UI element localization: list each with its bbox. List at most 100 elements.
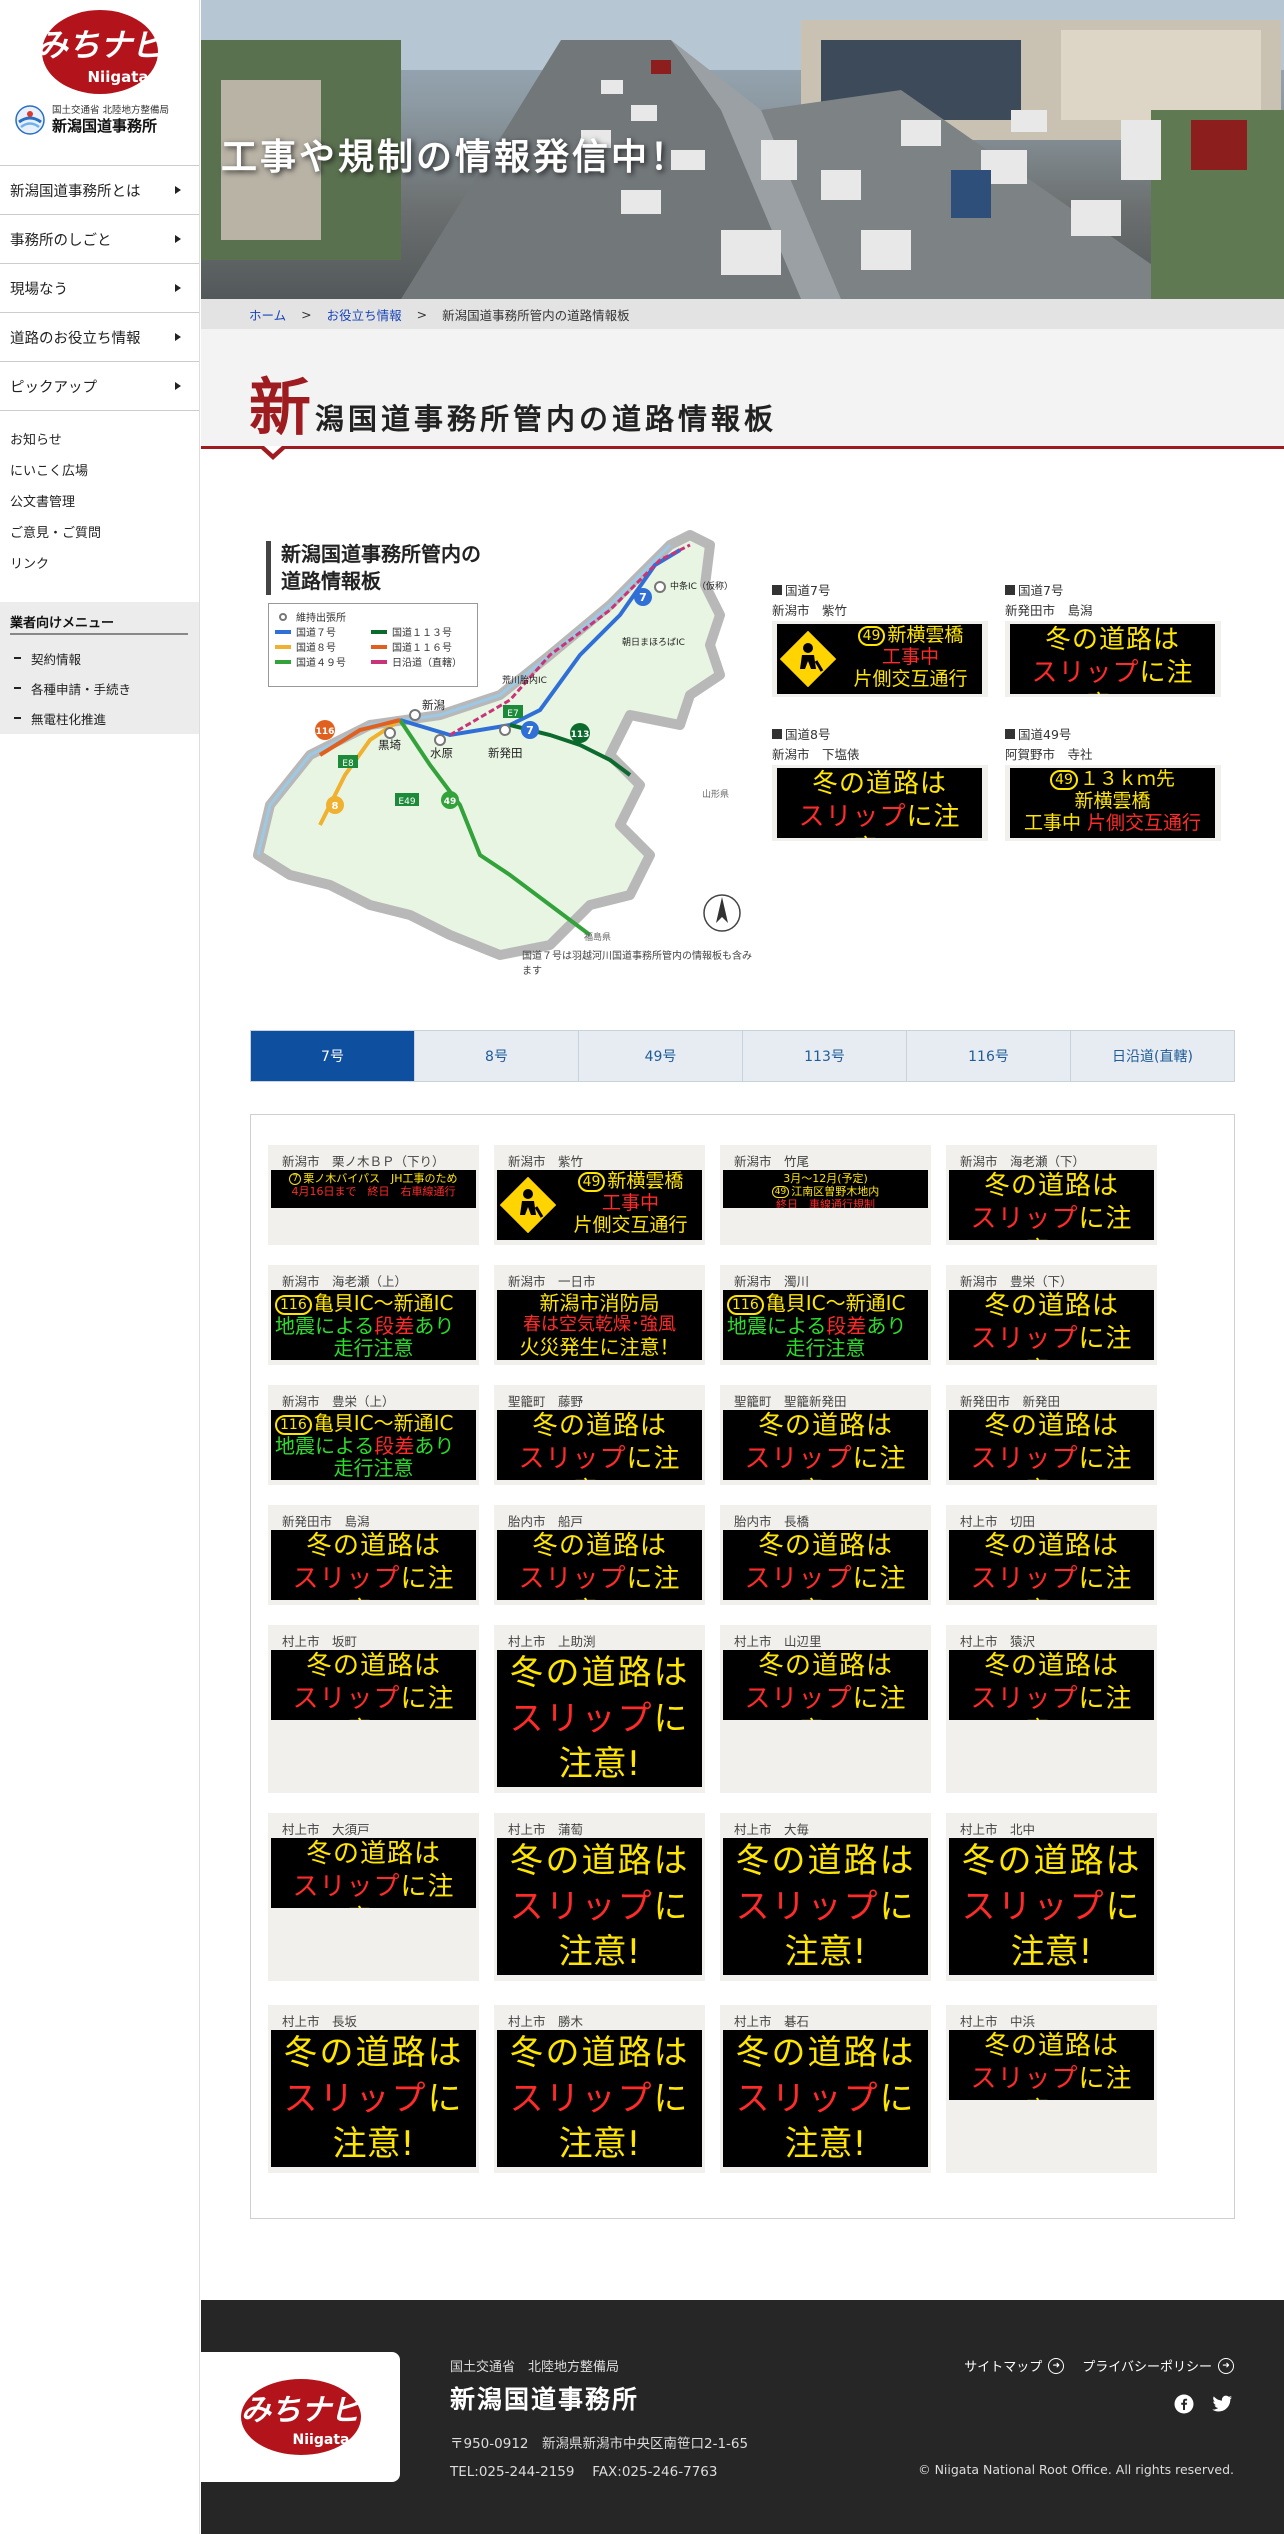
board-display: 冬の道路は スリップに 注意!	[497, 1650, 702, 1787]
board-card[interactable]: 新潟市 海老瀬（上） 116 亀貝IC～新通IC 地震による段差あり 走行注意	[268, 1265, 479, 1365]
board-line-text: 新横雲橋	[607, 1170, 684, 1192]
board-card[interactable]: 新潟市 一日市 新潟市消防局 春は空気乾燥･強風 火災発生に注意！	[494, 1265, 705, 1365]
board-line: 49 １３ｋｍ先	[1010, 768, 1215, 790]
footer-sitemap-link[interactable]: サイトマップ ➜	[964, 2356, 1065, 2375]
tab-route-116[interactable]: 116号	[907, 1031, 1071, 1081]
board-line-red: スリップ	[735, 1887, 880, 1927]
board-display: 冬の道路は スリップに注意！	[723, 1530, 928, 1600]
board-card[interactable]: 村上市 山辺里 冬の道路は スリップに注意！	[720, 1625, 931, 1793]
board-card[interactable]: 村上市 大須戸 冬の道路は スリップに注意！	[268, 1813, 479, 1981]
board-card[interactable]: 聖籠町 聖籠新発田 冬の道路は スリップに注意！	[720, 1385, 931, 1485]
tab-route-7[interactable]: 7号	[251, 1031, 415, 1081]
board-card[interactable]: 新潟市 紫竹 49 新横雲橋 工事中 片側交互通行	[494, 1145, 705, 1245]
business-applications[interactable]: 各種申請・手続き	[10, 673, 199, 703]
sub-nav-plaza[interactable]: にいこく広場	[10, 460, 199, 491]
sub-nav-records[interactable]: 公文書管理	[10, 491, 199, 522]
board-display: 冬の道路は スリップに 注意!	[723, 1838, 928, 1975]
construction-worker-icon	[500, 1177, 556, 1233]
board-card[interactable]: 村上市 勝木 冬の道路は スリップに 注意!	[494, 2005, 705, 2173]
nav-item-work[interactable]: 事務所のしごと	[0, 215, 199, 264]
board-card[interactable]: 村上市 北中 冬の道路は スリップに 注意!	[946, 1813, 1157, 1981]
board-line: スリップに	[497, 2076, 702, 2122]
nav-item-road-info[interactable]: 道路のお役立ち情報	[0, 313, 199, 362]
featured-board[interactable]: 国道49号 阿賀野市 寺社 49 １３ｋｍ先 新横雲橋 工事中 片側交互通行	[1005, 725, 1221, 841]
construction-worker-icon	[780, 631, 836, 687]
board-card[interactable]: 村上市 切田 冬の道路は スリップに注意！	[946, 1505, 1157, 1605]
business-no-poles[interactable]: 無電柱化推進	[10, 703, 199, 733]
board-card[interactable]: 新潟市 豊栄（上） 116 亀貝IC～新通IC 地震による段差あり 走行注意	[268, 1385, 479, 1485]
breadcrumb-sep: >	[301, 306, 312, 322]
board-line: 冬の道路は	[983, 2031, 1119, 2061]
footer-link-label: プライバシーポリシー	[1082, 2360, 1212, 2375]
map-place-kurosaki: 黒埼	[378, 738, 401, 752]
nav-item-about[interactable]: 新潟国道事務所とは	[0, 166, 199, 215]
board-line-red: スリップ	[509, 1887, 654, 1927]
board-card[interactable]: 新発田市 新発田 冬の道路は スリップに注意！	[946, 1385, 1157, 1485]
board-card[interactable]: 村上市 長坂 冬の道路は スリップに 注意!	[268, 2005, 479, 2173]
board-card[interactable]: 村上市 猿沢 冬の道路は スリップに注意！	[946, 1625, 1157, 1793]
board-line-yel: に	[427, 2079, 464, 2119]
board-line-text: 亀貝IC～新通IC	[313, 1411, 454, 1435]
board-line: 走行注意	[333, 1455, 414, 1480]
board-line: スリップに	[723, 2076, 928, 2122]
board-line: 冬の道路は	[757, 1651, 893, 1681]
board-card[interactable]: 村上市 碁石 冬の道路は スリップに 注意!	[720, 2005, 931, 2173]
board-card[interactable]: 村上市 大毎 冬の道路は スリップに 注意!	[720, 1813, 931, 1981]
board-card[interactable]: 胎内市 長橋 冬の道路は スリップに注意！	[720, 1505, 931, 1605]
board-card[interactable]: 胎内市 船戸 冬の道路は スリップに注意！	[494, 1505, 705, 1605]
board-line-grn: 地震による	[275, 1313, 375, 1338]
board-location: 村上市 北中	[960, 1822, 1036, 1837]
sub-nav-links[interactable]: リンク	[10, 553, 199, 584]
board-card[interactable]: 新潟市 栗ノ木ＢＰ（下り） 7 栗ノ木バイパス JH工事のため 4月16日まで 終…	[268, 1145, 479, 1245]
title-notch-icon	[261, 446, 285, 460]
michinavi-logo[interactable]: みちナビ Niigata	[26, 6, 174, 98]
board-line: 冬の道路は	[305, 1839, 441, 1869]
sign-area	[497, 1170, 559, 1240]
featured-board-frame: 冬の道路は スリップに注意！	[772, 765, 988, 841]
nav-label: 事務所のしごと	[10, 232, 112, 249]
tab-route-49[interactable]: 49号	[579, 1031, 743, 1081]
facebook-icon[interactable]	[1172, 2392, 1196, 2416]
svg-text:116: 116	[316, 727, 335, 737]
board-card[interactable]: 新潟市 竹尾 3月～12月(予定) 49 江南区曽野木地内 終日 車線通行規制	[720, 1145, 931, 1245]
footer-privacy-link[interactable]: プライバシーポリシー ➜	[1082, 2356, 1234, 2375]
board-card[interactable]: 聖籠町 藤野 冬の道路は スリップに注意！	[494, 1385, 705, 1485]
nav-item-site-now[interactable]: 現場なう	[0, 264, 199, 313]
breadcrumb-parent[interactable]: お役立ち情報	[327, 305, 402, 324]
board-line-text: 栗ノ木バイパス JH工事のため	[303, 1172, 458, 1185]
board-line: 冬の道路は	[283, 2033, 464, 2073]
board-card[interactable]: 新潟市 濁川 116 亀貝IC～新通IC 地震による段差あり 走行注意	[720, 1265, 931, 1365]
board-card[interactable]: 村上市 蒲萄 冬の道路は スリップに 注意!	[494, 1813, 705, 1981]
board-text: 49 新横雲橋 工事中 片側交互通行	[839, 624, 982, 694]
board-card[interactable]: 村上市 中浜 冬の道路は スリップに注意！	[946, 2005, 1157, 2173]
featured-board[interactable]: 国道7号 新潟市 紫竹 49 新横雲橋 工事中 片側交互通行	[772, 581, 988, 697]
tab-route-113[interactable]: 113号	[743, 1031, 907, 1081]
sub-nav-news[interactable]: お知らせ	[10, 429, 199, 460]
featured-board[interactable]: 国道8号 新潟市 下塩俵 冬の道路は スリップに注意！	[772, 725, 988, 841]
board-line: 冬の道路は	[531, 1411, 667, 1441]
board-card[interactable]: 村上市 坂町 冬の道路は スリップに注意！	[268, 1625, 479, 1793]
board-location: 村上市 猿沢	[960, 1634, 1036, 1649]
org-office: 新潟国道事務所	[52, 116, 158, 135]
legend-swatch	[275, 644, 291, 649]
board-card[interactable]: 新潟市 豊栄（下） 冬の道路は スリップに注意！	[946, 1265, 1157, 1365]
board-card[interactable]: 新潟市 海老瀬（下） 冬の道路は スリップに注意！	[946, 1145, 1157, 1245]
board-text: 49 １３ｋｍ先 新横雲橋 工事中 片側交互通行	[1010, 768, 1215, 838]
featured-route: 国道7号	[1005, 581, 1221, 601]
org-line[interactable]: 国土交通省 北陸地方整備局 新潟国道事務所	[0, 98, 199, 136]
tab-route-nihonkai[interactable]: 日沿道(直轄)	[1071, 1031, 1234, 1081]
twitter-icon[interactable]	[1210, 2392, 1234, 2416]
featured-board[interactable]: 国道7号 新発田市 島潟 冬の道路は スリップに注意！	[1005, 581, 1221, 697]
footer-logo[interactable]: みちナビ Niigata	[201, 2352, 400, 2482]
sub-nav-feedback[interactable]: ご意見・ご質問	[10, 522, 199, 553]
nav-item-pickup[interactable]: ピックアップ	[0, 362, 199, 411]
footer-logo-sub: Niigata	[292, 2432, 349, 2448]
business-contract[interactable]: 契約情報	[10, 643, 199, 673]
square-bullet-icon	[1005, 585, 1015, 595]
board-card[interactable]: 村上市 上助渕 冬の道路は スリップに 注意!	[494, 1625, 705, 1793]
board-line-red: スリップ	[292, 1872, 401, 1902]
tab-route-8[interactable]: 8号	[415, 1031, 579, 1081]
org-text: 国土交通省 北陸地方整備局 新潟国道事務所	[52, 105, 169, 134]
breadcrumb-home[interactable]: ホーム	[249, 305, 286, 324]
board-card[interactable]: 新発田市 島潟 冬の道路は スリップに注意！	[268, 1505, 479, 1605]
